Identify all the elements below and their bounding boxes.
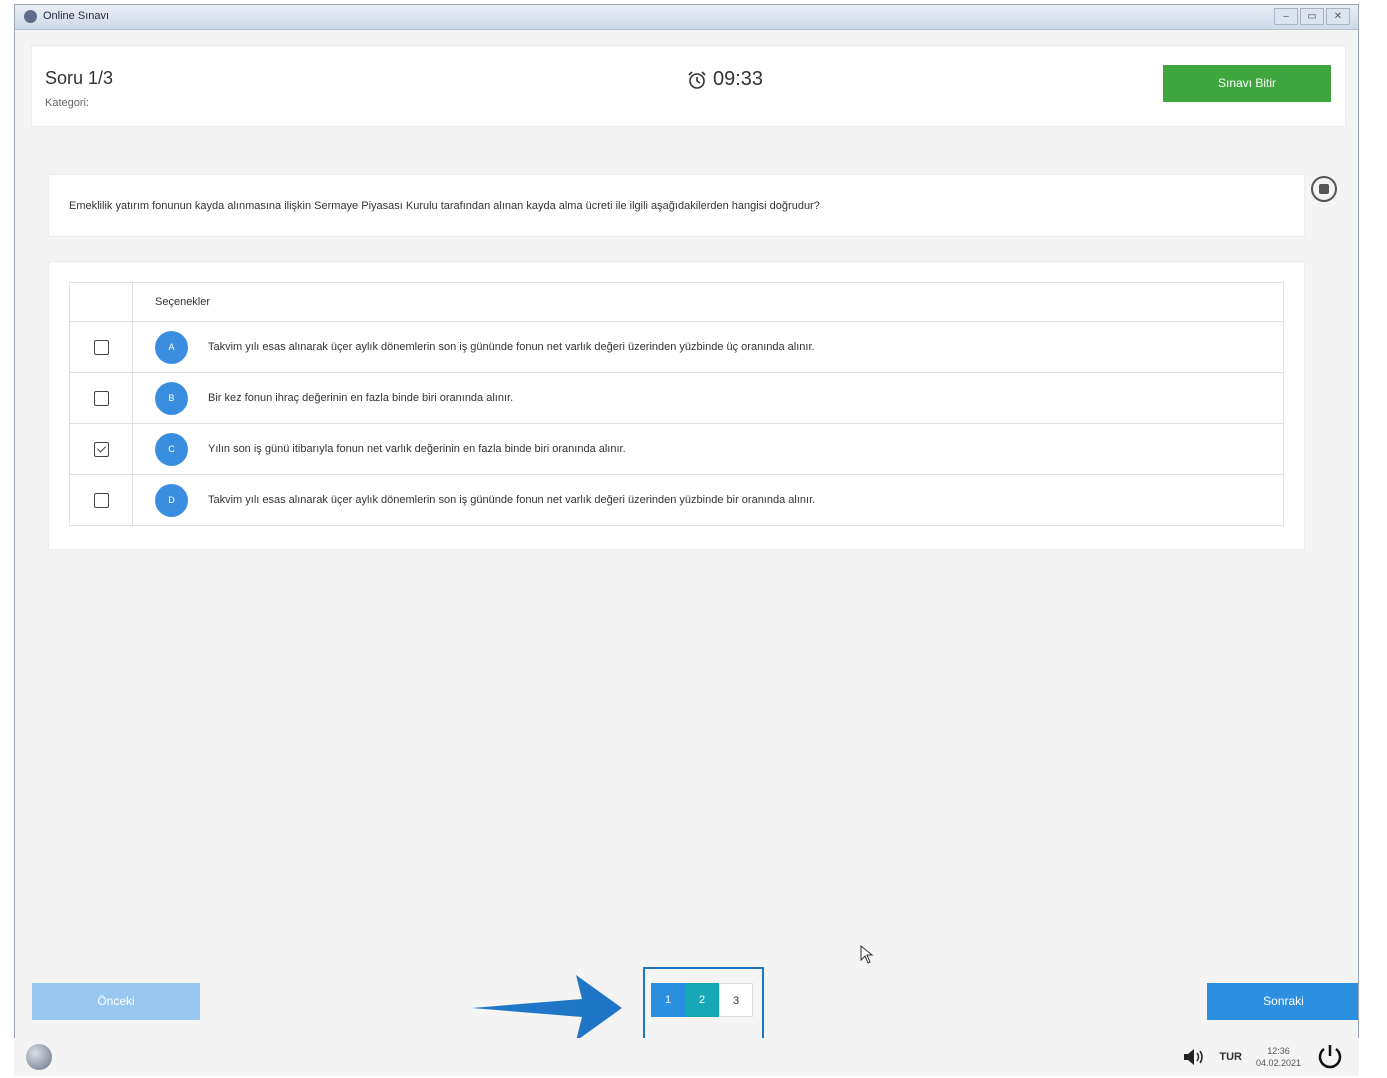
mouse-cursor-icon <box>860 945 874 964</box>
window-controls: – ▭ ✕ <box>1274 8 1350 25</box>
option-b-checkbox[interactable] <box>93 390 109 406</box>
question-card: Emeklilik yatırım fonunun kayda alınması… <box>48 174 1305 237</box>
option-row-d[interactable]: D Takvim yılı esas alınarak üçer aylık d… <box>69 474 1284 526</box>
option-row-b[interactable]: B Bir kez fonun ihraç değerinin en fazla… <box>69 372 1284 424</box>
pager-highlight <box>643 967 764 1044</box>
minimize-button[interactable]: – <box>1274 8 1298 25</box>
option-b-letter: B <box>155 381 188 415</box>
exam-window: Online Sınavı – ▭ ✕ Soru 1/3 Kategori: 0… <box>14 4 1359 1076</box>
alarm-clock-icon <box>688 70 706 89</box>
timer: 09:33 <box>687 68 763 91</box>
next-button[interactable]: Sonraki <box>1207 983 1358 1020</box>
question-counter: Soru 1/3 <box>45 68 114 88</box>
category-label: Kategori: <box>45 97 90 109</box>
calculator-icon[interactable] <box>1311 176 1337 202</box>
start-menu-icon[interactable] <box>26 1044 52 1070</box>
option-d-letter: D <box>155 483 188 517</box>
timer-value: 09:33 <box>713 68 764 90</box>
finish-exam-button[interactable]: Sınavı Bitir <box>1163 65 1331 102</box>
taskbar: TUR 12:36 04.02.2021 <box>14 1038 1359 1076</box>
option-c-checkbox[interactable] <box>93 441 109 457</box>
option-c-letter: C <box>155 432 188 466</box>
system-tray: TUR 12:36 04.02.2021 <box>1183 1042 1345 1072</box>
app-icon <box>24 10 37 23</box>
option-c-text: Yılın son iş günü itibarıyla fonun net v… <box>208 443 626 455</box>
arrow-pointer-icon <box>472 975 622 1041</box>
language-indicator[interactable]: TUR <box>1219 1051 1242 1063</box>
option-row-c[interactable]: C Yılın son iş günü itibarıyla fonun net… <box>69 423 1284 475</box>
clock-date: 04.02.2021 <box>1255 1058 1301 1068</box>
maximize-button[interactable]: ▭ <box>1300 8 1324 25</box>
options-card: Seçenekler A Takvim yılı esas alınarak ü… <box>48 261 1305 550</box>
clock: 12:36 04.02.2021 <box>1256 1045 1301 1069</box>
options-header: Seçenekler <box>132 282 1284 322</box>
clock-time: 12:36 <box>1267 1046 1290 1056</box>
title-bar: Online Sınavı – ▭ ✕ <box>15 5 1358 30</box>
option-a-text: Takvim yılı esas alınarak üçer aylık dön… <box>208 341 815 353</box>
option-d-checkbox[interactable] <box>93 492 109 508</box>
option-d-text: Takvim yılı esas alınarak üçer aylık dön… <box>208 494 816 506</box>
window-title: Online Sınavı <box>43 10 110 22</box>
exam-header: Soru 1/3 Kategori: 09:33 Sınavı Bitir <box>31 45 1346 127</box>
previous-button[interactable]: Önceki <box>32 983 200 1020</box>
option-a-letter: A <box>155 330 188 364</box>
option-b-text: Bir kez fonun ihraç değerinin en fazla b… <box>208 392 514 404</box>
question-text: Emeklilik yatırım fonunun kayda alınması… <box>69 200 820 212</box>
option-a-checkbox[interactable] <box>93 339 109 355</box>
options-table: Seçenekler A Takvim yılı esas alınarak ü… <box>69 282 1284 526</box>
options-header-check <box>69 282 133 322</box>
speaker-icon[interactable] <box>1183 1048 1205 1066</box>
close-button[interactable]: ✕ <box>1326 8 1350 25</box>
power-icon[interactable] <box>1315 1042 1345 1072</box>
option-row-a[interactable]: A Takvim yılı esas alınarak üçer aylık d… <box>69 321 1284 373</box>
